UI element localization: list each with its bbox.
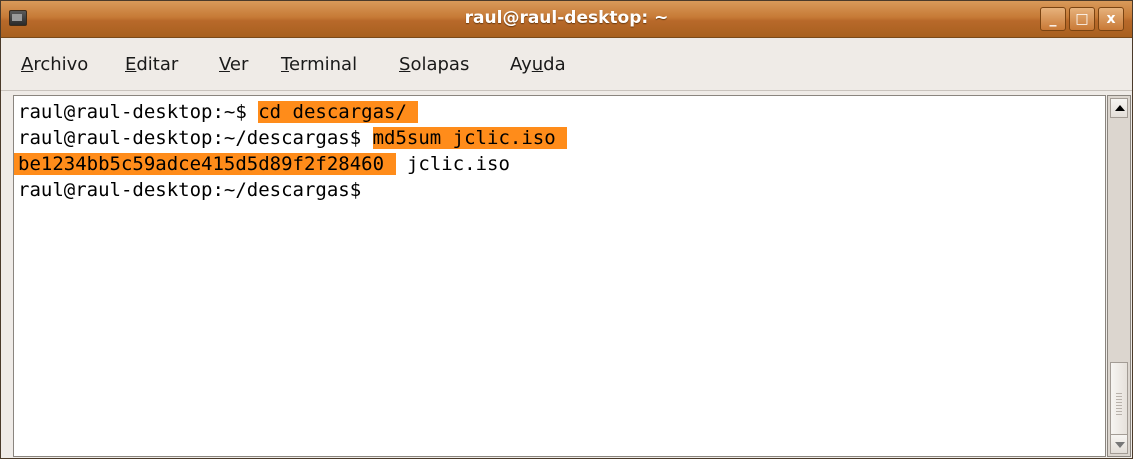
maximize-button[interactable]: □: [1069, 7, 1095, 31]
terminal-line: raul@raul-desktop:~$ cd descargas/: [18, 101, 419, 123]
menu-ver[interactable]: Ver: [219, 54, 248, 75]
scroll-up-arrow-icon[interactable]: [1110, 98, 1128, 118]
terminal-output[interactable]: raul@raul-desktop:~$ cd descargas/ raul@…: [13, 95, 1106, 457]
menu-solapas[interactable]: Solapas: [399, 54, 469, 75]
menu-terminal[interactable]: Terminal: [281, 54, 357, 75]
grip-icon: [1116, 393, 1122, 415]
selected-command: cd descargas/: [258, 101, 419, 123]
terminal-prompt: raul@raul-desktop:~/descargas$: [18, 179, 362, 201]
window-title: raul@raul-desktop: ~: [464, 8, 669, 28]
terminal-line: be1234bb5c59adce415d5d89f2f28460 jclic.i…: [14, 151, 510, 177]
menu-editar[interactable]: Editar: [125, 54, 178, 75]
scroll-down-arrow-icon[interactable]: [1110, 434, 1128, 454]
selected-command: md5sum jclic.iso: [372, 127, 568, 149]
terminal-line: raul@raul-desktop:~/descargas$ md5sum jc…: [18, 127, 568, 149]
menu-bar: Archivo Editar Ver Terminal Solapas Ayud…: [1, 38, 1132, 91]
minimize-button[interactable]: _: [1040, 7, 1066, 31]
terminal-window: raul@raul-desktop: ~ _ □ x Archivo Edita…: [0, 0, 1133, 459]
close-button[interactable]: x: [1098, 7, 1124, 31]
menu-archivo[interactable]: Archivo: [21, 54, 88, 75]
title-bar[interactable]: raul@raul-desktop: ~ _ □ x: [1, 1, 1132, 38]
vertical-scrollbar[interactable]: [1107, 95, 1131, 457]
menu-ayuda[interactable]: Ayuda: [510, 54, 566, 75]
selected-hash: be1234bb5c59adce415d5d89f2f28460: [14, 153, 396, 175]
